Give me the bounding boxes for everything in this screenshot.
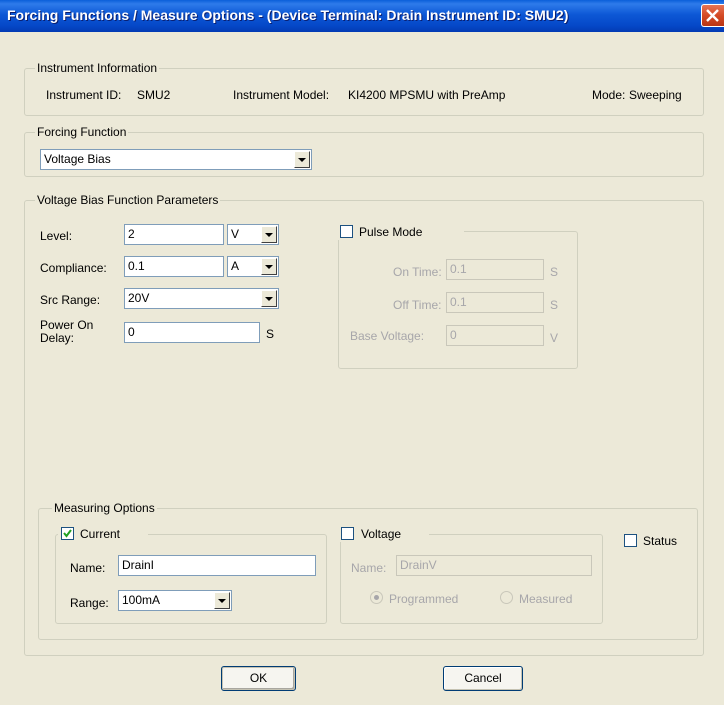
programmed-radio[interactable] [370,591,383,604]
close-button[interactable] [701,4,724,27]
chevron-down-icon[interactable] [214,592,230,609]
chevron-down-icon[interactable] [261,226,277,243]
current-range-value: 100mA [122,593,161,607]
chevron-down-icon[interactable] [294,151,310,168]
power-on-delay-unit: S [266,327,275,341]
measuring-options-title: Measuring Options [52,501,157,515]
dialog-window: Forcing Functions / Measure Options - (D… [0,0,724,705]
current-name-input[interactable]: DrainI [118,555,316,576]
compliance-unit-select[interactable]: A [227,256,279,277]
measured-radio[interactable] [500,591,513,604]
src-range-select[interactable]: 20V [124,288,279,309]
forcing-function-select[interactable]: Voltage Bias [40,149,312,170]
pulse-mode-label: Pulse Mode [359,225,423,239]
power-on-delay-label-line2: Delay: [40,331,75,345]
programmed-label: Programmed [389,592,459,606]
level-unit-value: V [231,227,240,241]
status-label: Status [643,534,678,548]
voltage-name-input[interactable]: DrainV [396,555,592,576]
status-checkbox[interactable] [624,534,637,547]
compliance-label: Compliance: [40,261,107,275]
base-voltage-input[interactable]: 0 [446,325,544,346]
power-on-delay-label-line1: Power On [40,318,94,332]
title-bar[interactable]: Forcing Functions / Measure Options - (D… [0,0,724,32]
src-range-value: 20V [128,291,150,305]
voltage-name-label: Name: [351,561,387,575]
instrument-info-title: Instrument Information [35,61,160,75]
current-label: Current [80,527,121,541]
on-time-unit: S [550,265,559,279]
compliance-input[interactable]: 0.1 [124,256,224,277]
radio-selected-dot [374,595,379,600]
current-checkbox[interactable] [61,527,74,540]
off-time-input[interactable]: 0.1 [446,292,544,313]
off-time-label: Off Time: [393,298,442,312]
instrument-model-value: KI4200 MPSMU with PreAmp [348,88,506,102]
chevron-down-icon[interactable] [261,290,277,307]
base-voltage-unit: V [550,331,559,345]
pulse-mode-checkbox[interactable] [340,225,353,238]
current-range-label: Range: [70,596,109,610]
instrument-model-label: Instrument Model: [233,88,330,102]
level-label: Level: [40,229,73,243]
off-time-unit: S [550,298,559,312]
voltage-checkbox[interactable] [341,527,354,540]
level-input[interactable]: 2 [124,224,224,245]
src-range-label: Src Range: [40,293,101,307]
mode-label: Mode: [592,88,626,102]
checkmark-icon [63,529,72,538]
instrument-id-label: Instrument ID: [46,88,122,102]
cancel-button[interactable]: Cancel [443,666,523,691]
on-time-label: On Time: [393,265,442,279]
current-range-select[interactable]: 100mA [118,590,232,611]
chevron-down-icon[interactable] [261,258,277,275]
voltage-label: Voltage [361,527,402,541]
measured-label: Measured [519,592,573,606]
compliance-unit-value: A [231,259,240,273]
base-voltage-label: Base Voltage: [350,329,425,343]
params-title: Voltage Bias Function Parameters [35,193,221,207]
window-title: Forcing Functions / Measure Options - (D… [7,7,569,23]
instrument-id-value: SMU2 [137,88,171,102]
current-name-label: Name: [70,561,106,575]
on-time-input[interactable]: 0.1 [446,259,544,280]
close-icon [706,9,719,22]
voltage-group [340,534,603,624]
ok-button[interactable]: OK [221,666,296,691]
forcing-function-title: Forcing Function [35,125,129,139]
forcing-function-value: Voltage Bias [44,152,111,166]
level-unit-select[interactable]: V [227,224,279,245]
mode-value: Sweeping [629,88,682,102]
power-on-delay-input[interactable]: 0 [124,322,260,343]
